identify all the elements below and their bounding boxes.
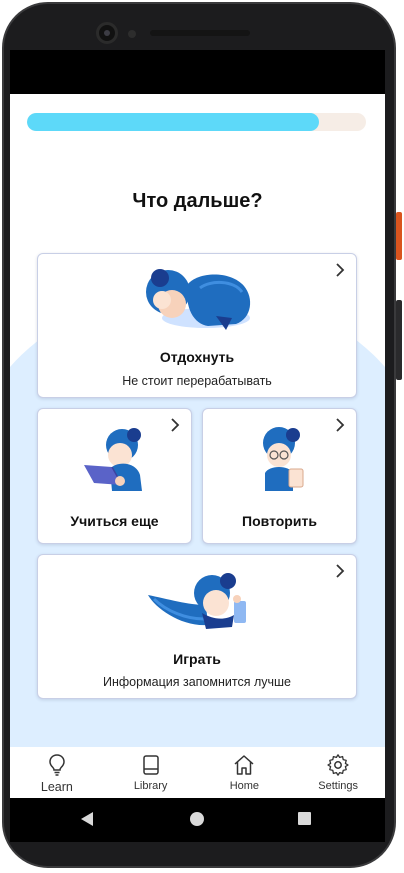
review-card[interactable]: Повторить bbox=[202, 408, 357, 544]
play-card-title: Играть bbox=[173, 651, 221, 667]
volume-button bbox=[396, 300, 402, 380]
nav-item-settings[interactable]: Settings bbox=[291, 747, 385, 798]
front-camera-icon bbox=[96, 22, 118, 44]
chevron-right-icon bbox=[336, 263, 345, 277]
recents-icon[interactable] bbox=[298, 812, 311, 825]
app-screen: Что дальше? Отдохнуть Не стоит перерабат… bbox=[10, 94, 385, 798]
rest-card[interactable]: Отдохнуть Не стоит перерабатывать bbox=[37, 253, 357, 398]
power-button bbox=[396, 212, 402, 260]
play-card-subtitle: Информация запомнится лучше bbox=[102, 675, 291, 689]
nav-item-home[interactable]: Home bbox=[198, 747, 292, 798]
reviewing-character-icon bbox=[263, 427, 304, 491]
system-nav-bar bbox=[10, 798, 385, 842]
rest-card-subtitle: Не стоит перерабатывать bbox=[122, 374, 272, 388]
lightbulb-icon bbox=[49, 754, 65, 776]
review-card-title: Повторить bbox=[242, 513, 317, 529]
page-title: Что дальше? bbox=[132, 190, 263, 212]
nav-label-library: Library bbox=[133, 780, 168, 792]
nav-label-home: Home bbox=[229, 780, 260, 792]
chevron-right-icon bbox=[171, 418, 180, 432]
chevron-right-icon bbox=[336, 418, 345, 432]
home-circle-icon[interactable] bbox=[190, 812, 204, 826]
nav-label-settings: Settings bbox=[318, 780, 358, 792]
gear-icon bbox=[327, 754, 349, 776]
playing-character-icon bbox=[148, 573, 246, 629]
speaker-grille bbox=[150, 30, 250, 36]
sensor-dot bbox=[128, 30, 136, 38]
play-card[interactable]: Играть Информация запомнится лучше bbox=[37, 554, 357, 699]
rest-card-title: Отдохнуть bbox=[159, 349, 235, 365]
nav-item-library[interactable]: Library bbox=[104, 747, 198, 798]
nav-item-learn[interactable]: Learn bbox=[10, 747, 104, 798]
study-more-card-title: Учиться еще bbox=[70, 513, 159, 529]
study-more-card[interactable]: Учиться еще bbox=[37, 408, 192, 544]
status-bar bbox=[10, 50, 385, 94]
phone-frame: Что дальше? Отдохнуть Не стоит перерабат… bbox=[0, 0, 404, 873]
book-icon bbox=[142, 755, 159, 775]
back-icon[interactable] bbox=[81, 812, 93, 826]
sleeping-character-icon bbox=[146, 269, 251, 330]
lesson-progress-bar bbox=[27, 113, 366, 131]
home-icon bbox=[234, 755, 254, 775]
bottom-nav: Learn Library Home Settings bbox=[10, 747, 385, 798]
progress-fill bbox=[27, 113, 319, 131]
nav-label-learn: Learn bbox=[40, 780, 73, 794]
reading-character-icon bbox=[84, 428, 142, 491]
chevron-right-icon bbox=[336, 564, 345, 578]
